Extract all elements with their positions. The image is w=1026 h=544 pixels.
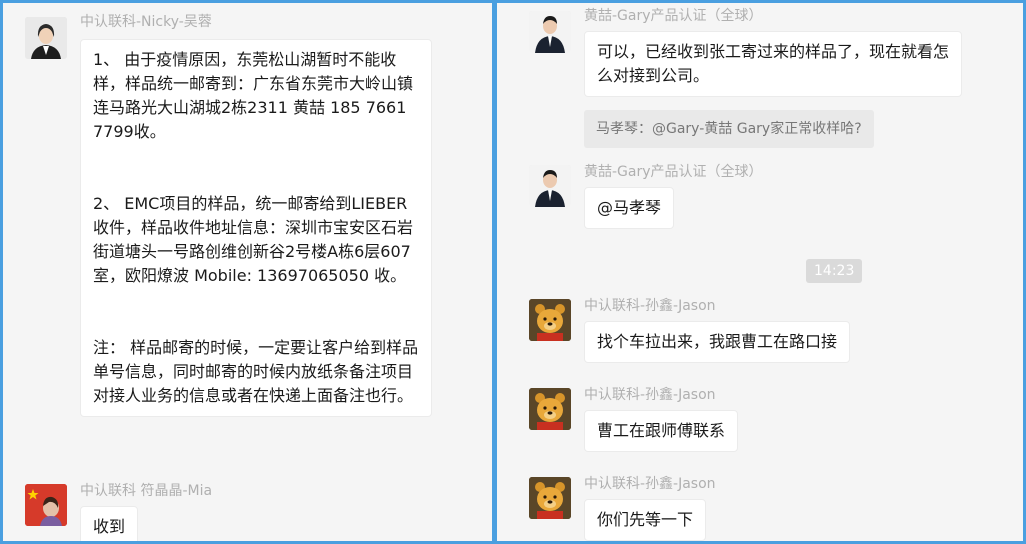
message-jason-1: 中认联科-孙鑫-Jason 找个车拉出来，我跟曹工在路口接 [529, 295, 1009, 370]
message-gary-1: 黄喆-Gary产品认证（全球） 可以，已经收到张工寄过来的样品了，现在就看怎么对… [529, 5, 1009, 150]
avatar[interactable] [25, 484, 67, 526]
message-bubble[interactable]: 曹工在跟师傅联系 [584, 410, 739, 452]
avatar[interactable] [529, 11, 571, 53]
avatar[interactable] [529, 477, 571, 519]
sender-name: 中认联科-孙鑫-Jason [584, 387, 716, 403]
left-chat-panel: 中认联科-Nicky-吴蓉 1、 由于疫情原因，东莞松山湖暂时不能收样，样品统一… [3, 3, 492, 541]
timestamp: 14:23 [806, 259, 863, 283]
message-jason-3: 中认联科-孙鑫-Jason 你们先等一下 [529, 473, 1009, 541]
message-jason-2: 中认联科-孙鑫-Jason 曹工在跟师傅联系 [529, 384, 1009, 459]
sender-name: 中认联科 符晶晶-Mia [80, 483, 213, 499]
person-avatar-icon [25, 17, 67, 59]
message-paragraph: 1、 由于疫情原因，东莞松山湖暂时不能收样，样品统一邮寄到：广东省东莞市大岭山镇… [93, 50, 414, 141]
message-bubble[interactable]: @马孝琴 [584, 187, 675, 229]
person-avatar-icon [529, 11, 571, 53]
avatar[interactable] [529, 165, 571, 207]
bear-avatar-icon [529, 388, 571, 430]
avatar[interactable] [529, 388, 571, 430]
message-bubble[interactable]: 找个车拉出来，我跟曹工在路口接 [584, 321, 851, 363]
person-avatar-icon [529, 165, 571, 207]
message-gary-2: 黄喆-Gary产品认证（全球） @马孝琴 [529, 161, 1009, 236]
avatar[interactable] [529, 299, 571, 341]
message-nicky: 中认联科-Nicky-吴蓉 1、 由于疫情原因，东莞松山湖暂时不能收样，样品统一… [25, 11, 475, 471]
sender-name: 中认联科-孙鑫-Jason [584, 298, 716, 314]
bear-avatar-icon [529, 477, 571, 519]
message-bubble[interactable]: 你们先等一下 [584, 499, 707, 541]
message-bubble[interactable]: 收到 [80, 506, 139, 541]
message-bubble[interactable]: 1、 由于疫情原因，东莞松山湖暂时不能收样，样品统一邮寄到：广东省东莞市大岭山镇… [80, 39, 432, 417]
sender-name: 中认联科-Nicky-吴蓉 [80, 14, 212, 30]
message-paragraph: 注： 样品邮寄的时候，一定要让客户给到样品单号信息，同时邮寄的时候内放纸条备注项… [93, 338, 419, 405]
right-chat-panel: 黄喆-Gary产品认证（全球） 可以，已经收到张工寄过来的样品了，现在就看怎么对… [497, 3, 1023, 541]
flag-avatar-icon [25, 484, 67, 526]
sender-name: 黄喆-Gary产品认证（全球） [584, 8, 763, 24]
avatar[interactable] [25, 17, 67, 59]
bear-avatar-icon [529, 299, 571, 341]
sender-name: 中认联科-孙鑫-Jason [584, 476, 716, 492]
sender-name: 黄喆-Gary产品认证（全球） [584, 164, 763, 180]
quoted-reply[interactable]: 马孝琴：@Gary-黄喆 Gary家正常收样哈? [584, 110, 874, 148]
message-paragraph: 2、 EMC项目的样品，统一邮寄给到LIEBER收件，样品收件地址信息：深圳市宝… [93, 194, 414, 285]
message-mia: 中认联科 符晶晶-Mia 收到 [25, 480, 475, 541]
message-bubble[interactable]: 可以，已经收到张工寄过来的样品了，现在就看怎么对接到公司。 [584, 31, 962, 97]
